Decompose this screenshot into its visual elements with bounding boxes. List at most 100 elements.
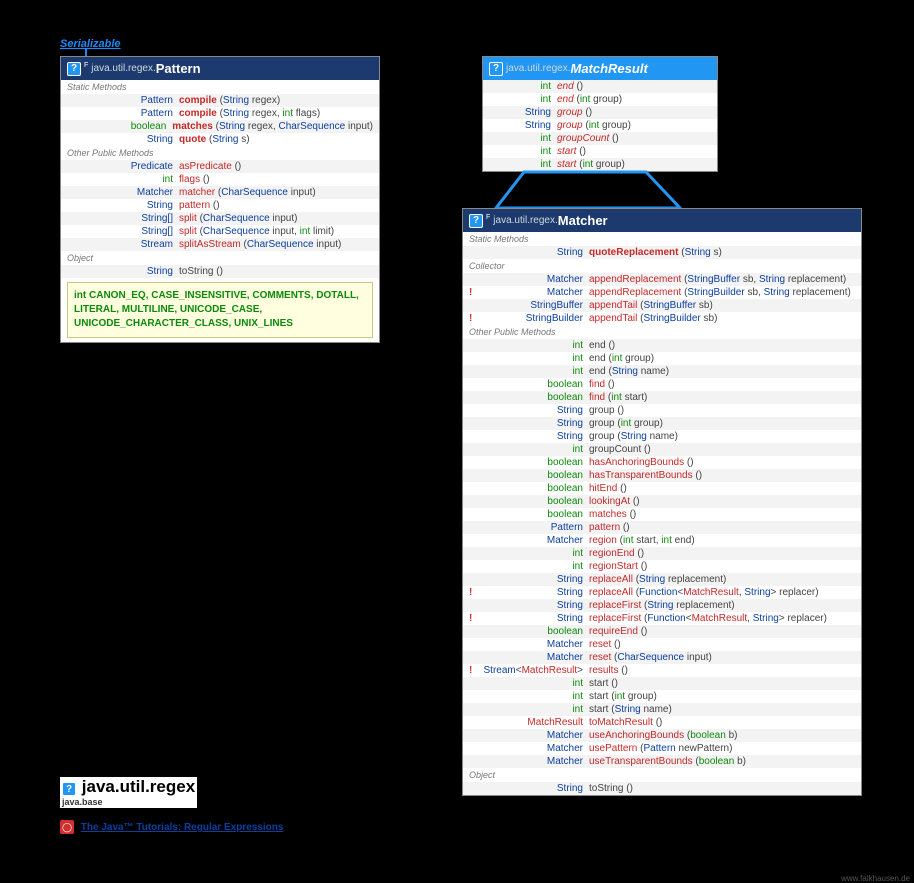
method-row[interactable]: MatcheruseTransparentBounds (boolean b) bbox=[463, 755, 861, 768]
method-row[interactable]: intend (String name) bbox=[463, 365, 861, 378]
method-row[interactable]: intregionStart () bbox=[463, 560, 861, 573]
method-sig: useAnchoringBounds (boolean b) bbox=[589, 729, 855, 742]
return-type: String bbox=[489, 106, 557, 119]
return-type: int bbox=[489, 158, 557, 171]
method-row[interactable]: intstart (String name) bbox=[463, 703, 861, 716]
method-row[interactable]: Patterncompile (String regex) bbox=[61, 94, 379, 107]
method-row[interactable]: intend (int group) bbox=[463, 352, 861, 365]
method-row[interactable]: !StringreplaceFirst (Function<MatchResul… bbox=[463, 612, 861, 625]
method-row[interactable]: StringtoString () bbox=[61, 265, 379, 278]
method-row[interactable]: Matcherreset () bbox=[463, 638, 861, 651]
method-row[interactable]: StringtoString () bbox=[463, 782, 861, 795]
method-row[interactable]: booleanlookingAt () bbox=[463, 495, 861, 508]
matchresult-header[interactable]: ? java.util.regex. MatchResult bbox=[483, 57, 717, 80]
new-marker bbox=[469, 703, 477, 716]
method-row[interactable]: intgroupCount () bbox=[463, 443, 861, 456]
method-row[interactable]: MatcherappendReplacement (StringBuffer s… bbox=[463, 273, 861, 286]
method-row[interactable]: !StringBuilderappendTail (StringBuilder … bbox=[463, 312, 861, 325]
method-row[interactable]: StreamsplitAsStream (CharSequence input) bbox=[61, 238, 379, 251]
return-type: int bbox=[477, 703, 589, 716]
method-row[interactable]: MatchResulttoMatchResult () bbox=[463, 716, 861, 729]
method-sig: compile (String regex, int flags) bbox=[179, 107, 373, 120]
method-row[interactable]: Stringquote (String s) bbox=[61, 133, 379, 146]
method-row[interactable]: Patterncompile (String regex, int flags) bbox=[61, 107, 379, 120]
method-row[interactable]: intstart () bbox=[483, 145, 717, 158]
method-row[interactable]: intstart (int group) bbox=[483, 158, 717, 171]
method-row[interactable]: Stringgroup () bbox=[463, 404, 861, 417]
method-sig: end () bbox=[589, 339, 855, 352]
method-sig: matches () bbox=[589, 508, 855, 521]
method-row[interactable]: intstart () bbox=[463, 677, 861, 690]
return-type: StringBuilder bbox=[477, 312, 589, 325]
method-row[interactable]: StringquoteReplacement (String s) bbox=[463, 246, 861, 259]
matcher-header[interactable]: ? F java.util.regex. Matcher bbox=[463, 209, 861, 232]
return-type: boolean bbox=[67, 120, 172, 133]
return-type: String bbox=[477, 599, 589, 612]
method-row[interactable]: Matcherreset (CharSequence input) bbox=[463, 651, 861, 664]
class-box-matchresult: ? java.util.regex. MatchResult intend ()… bbox=[482, 56, 718, 172]
return-type: String bbox=[477, 782, 589, 795]
method-row[interactable]: intflags () bbox=[61, 173, 379, 186]
new-marker: ! bbox=[469, 286, 477, 299]
method-row[interactable]: !StringreplaceAll (Function<MatchResult,… bbox=[463, 586, 861, 599]
method-sig: toString () bbox=[589, 782, 855, 795]
return-type: boolean bbox=[477, 391, 589, 404]
method-sig: toMatchResult () bbox=[589, 716, 855, 729]
return-type: Matcher bbox=[477, 638, 589, 651]
new-marker bbox=[469, 599, 477, 612]
method-row[interactable]: intend () bbox=[483, 80, 717, 93]
method-row[interactable]: booleanhasTransparentBounds () bbox=[463, 469, 861, 482]
method-sig: replaceFirst (Function<MatchResult, Stri… bbox=[589, 612, 855, 625]
return-type: int bbox=[489, 132, 557, 145]
help-icon[interactable]: ? bbox=[62, 782, 76, 796]
method-row[interactable]: String[]split (CharSequence input, int l… bbox=[61, 225, 379, 238]
return-type: boolean bbox=[477, 378, 589, 391]
new-marker bbox=[469, 339, 477, 352]
method-row[interactable]: Stringgroup (int group) bbox=[463, 417, 861, 430]
method-row[interactable]: Stringgroup (int group) bbox=[483, 119, 717, 132]
method-row[interactable]: booleanmatches () bbox=[463, 508, 861, 521]
method-row[interactable]: booleanhitEnd () bbox=[463, 482, 861, 495]
method-row[interactable]: Stringgroup (String name) bbox=[463, 430, 861, 443]
method-row[interactable]: booleanfind (int start) bbox=[463, 391, 861, 404]
method-row[interactable]: Stringpattern () bbox=[61, 199, 379, 212]
help-icon[interactable]: ? bbox=[489, 62, 503, 76]
method-row[interactable]: PredicateasPredicate () bbox=[61, 160, 379, 173]
method-row[interactable]: booleanfind () bbox=[463, 378, 861, 391]
method-sig: matcher (CharSequence input) bbox=[179, 186, 373, 199]
tutorial-link[interactable]: The Java™ Tutorials: Regular Expressions bbox=[81, 822, 284, 833]
method-row[interactable]: Patternpattern () bbox=[463, 521, 861, 534]
method-row[interactable]: intend (int group) bbox=[483, 93, 717, 106]
method-sig: find () bbox=[589, 378, 855, 391]
method-row[interactable]: intstart (int group) bbox=[463, 690, 861, 703]
method-sig: reset () bbox=[589, 638, 855, 651]
method-row[interactable]: booleanrequireEnd () bbox=[463, 625, 861, 638]
method-row[interactable]: intregionEnd () bbox=[463, 547, 861, 560]
help-icon[interactable]: ? bbox=[67, 62, 81, 76]
method-sig: appendTail (StringBuffer sb) bbox=[589, 299, 855, 312]
method-row[interactable]: StringreplaceFirst (String replacement) bbox=[463, 599, 861, 612]
method-row[interactable]: Matcherregion (int start, int end) bbox=[463, 534, 861, 547]
method-row[interactable]: StringreplaceAll (String replacement) bbox=[463, 573, 861, 586]
method-sig: groupCount () bbox=[557, 132, 711, 145]
return-type: boolean bbox=[477, 495, 589, 508]
method-row[interactable]: intgroupCount () bbox=[483, 132, 717, 145]
method-row[interactable]: StringBufferappendTail (StringBuffer sb) bbox=[463, 299, 861, 312]
serializable-label[interactable]: Serializable bbox=[60, 38, 121, 50]
pattern-header[interactable]: ? F java.util.regex. Pattern bbox=[61, 57, 379, 80]
method-row[interactable]: MatcheruseAnchoringBounds (boolean b) bbox=[463, 729, 861, 742]
matcher-pkg: java.util.regex. bbox=[493, 215, 557, 226]
method-sig: flags () bbox=[179, 173, 373, 186]
help-icon[interactable]: ? bbox=[469, 214, 483, 228]
method-row[interactable]: !MatcherappendReplacement (StringBuilder… bbox=[463, 286, 861, 299]
return-type: int bbox=[489, 93, 557, 106]
method-row[interactable]: Matchermatcher (CharSequence input) bbox=[61, 186, 379, 199]
method-row[interactable]: booleanhasAnchoringBounds () bbox=[463, 456, 861, 469]
method-row[interactable]: booleanmatches (String regex, CharSequen… bbox=[61, 120, 379, 133]
method-row[interactable]: Stringgroup () bbox=[483, 106, 717, 119]
new-marker bbox=[469, 482, 477, 495]
method-row[interactable]: MatcherusePattern (Pattern newPattern) bbox=[463, 742, 861, 755]
method-row[interactable]: String[]split (CharSequence input) bbox=[61, 212, 379, 225]
method-row[interactable]: intend () bbox=[463, 339, 861, 352]
method-row[interactable]: !Stream<MatchResult>results () bbox=[463, 664, 861, 677]
